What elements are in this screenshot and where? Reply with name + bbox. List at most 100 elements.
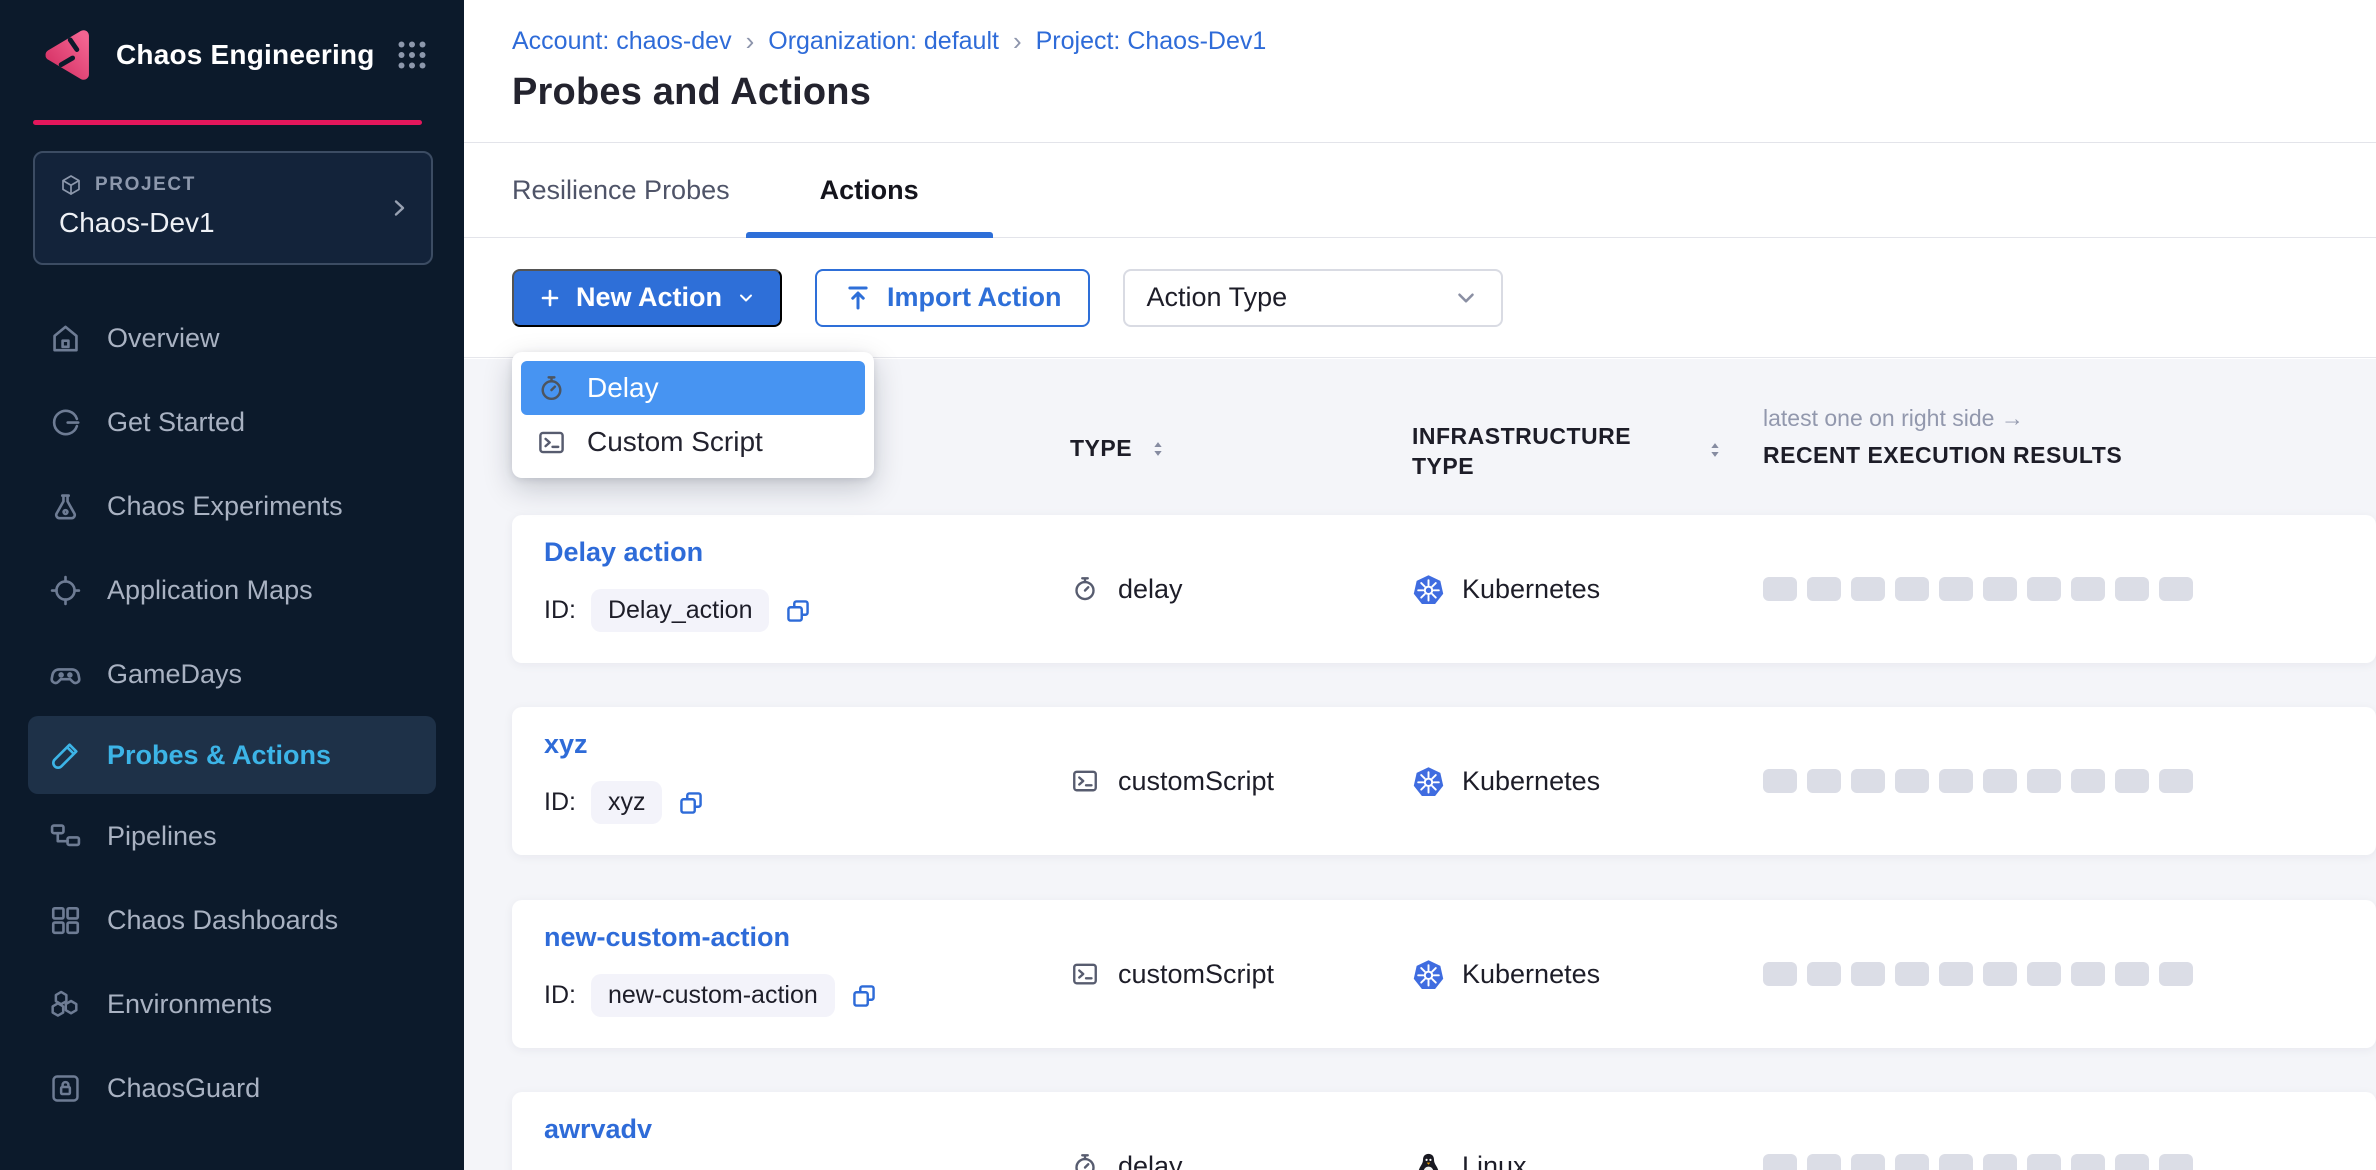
infrastructure-cell: Kubernetes [1412,515,1600,663]
execution-result-placeholder [2159,769,2193,793]
breadcrumb-separator: › [1013,26,1022,57]
kubernetes-icon [1412,573,1445,606]
breadcrumb-organization[interactable]: Organization: default [768,27,999,56]
kubernetes-icon [1412,958,1445,991]
copy-icon[interactable] [677,789,705,817]
flask-icon [48,489,83,524]
page-title: Probes and Actions [512,71,2376,114]
execution-result-placeholder [2115,962,2149,986]
id-prefix: ID: [544,596,576,625]
execution-result-placeholder [2159,577,2193,601]
action-id-row: ID: new-custom-action [544,974,878,1017]
table-row: awrvadv delay Linux [512,1092,2376,1170]
project-name: Chaos-Dev1 [59,207,407,239]
sidebar-item-label: Overview [107,323,220,354]
execution-result-placeholder [1939,1154,1973,1170]
sidebar-header: Chaos Engineering [40,24,430,86]
column-header-type-label: TYPE [1070,435,1132,462]
execution-result-placeholder [1851,577,1885,601]
sidebar-item-label: Chaos Dashboards [107,905,338,936]
stopwatch-icon [1070,1151,1100,1170]
type-label: delay [1118,1151,1183,1170]
menu-item-custom-script[interactable]: Custom Script [521,415,865,469]
new-action-label: New Action [576,282,722,313]
sidebar-item-application-maps[interactable]: Application Maps [0,548,464,632]
copy-icon[interactable] [850,982,878,1010]
infrastructure-cell: Kubernetes [1412,707,1600,855]
execution-result-placeholder [1939,962,1973,986]
stopwatch-icon [1070,574,1100,604]
sidebar-item-overview[interactable]: Overview [0,296,464,380]
action-type-placeholder: Action Type [1147,282,1288,313]
type-label: customScript [1118,766,1274,797]
brand-divider [33,120,422,125]
action-name-link[interactable]: xyz [544,729,588,760]
infrastructure-cell: Linux [1412,1092,1527,1170]
action-id-chip: Delay_action [591,589,770,632]
action-name-link[interactable]: Delay action [544,537,703,568]
menu-item-delay[interactable]: Delay [521,361,865,415]
action-name-link[interactable]: new-custom-action [544,922,790,953]
tab-resilience-probes[interactable]: Resilience Probes [512,144,730,237]
table-row: new-custom-action ID: new-custom-action … [512,900,2376,1048]
sidebar-item-chaos-experiments[interactable]: Chaos Experiments [0,464,464,548]
breadcrumb-account[interactable]: Account: chaos-dev [512,27,732,56]
sort-icon[interactable] [1705,437,1725,463]
execution-result-placeholder [1939,577,1973,601]
execution-result-placeholder [2115,577,2149,601]
pipelines-icon [48,819,83,854]
table-row: Delay action ID: Delay_action delay Kube… [512,515,2376,663]
chevron-down-icon [736,288,756,308]
sidebar-item-gamedays[interactable]: GameDays [0,632,464,716]
sidebar-item-get-started[interactable]: Get Started [0,380,464,464]
recent-results-note: latest one on right side → [1763,405,2122,432]
action-type-select[interactable]: Action Type [1123,269,1503,327]
execution-result-placeholder [1895,769,1929,793]
menu-item-label: Custom Script [587,426,763,458]
action-id-row: ID: Delay_action [544,589,812,632]
copy-icon[interactable] [784,597,812,625]
project-selector[interactable]: PROJECT Chaos-Dev1 [33,151,433,265]
infrastructure-cell: Kubernetes [1412,900,1600,1048]
execution-result-placeholder [1763,1154,1797,1170]
type-cell: delay [1070,1092,1183,1170]
recent-execution-results [1763,900,2193,1048]
execution-result-placeholder [2071,577,2105,601]
sidebar-item-environments[interactable]: Environments [0,962,464,1046]
breadcrumb-project[interactable]: Project: Chaos-Dev1 [1036,27,1267,56]
execution-result-placeholder [1807,769,1841,793]
sort-icon[interactable] [1148,436,1168,462]
infrastructure-label: Kubernetes [1462,574,1600,605]
tab-actions[interactable]: Actions [746,144,993,237]
new-action-button[interactable]: New Action [512,269,782,327]
column-header-infrastructure-type: INFRASTRUCTURE TYPE [1412,421,1692,481]
execution-result-placeholder [2159,962,2193,986]
execution-result-placeholder [1895,577,1929,601]
execution-result-placeholder [1851,769,1885,793]
recent-execution-results [1763,515,2193,663]
execution-result-placeholder [2071,1154,2105,1170]
app-root: Chaos Engineering PROJECT Chaos-Dev1 Ove… [0,0,2376,1170]
sidebar-item-chaosguard[interactable]: ChaosGuard [0,1046,464,1130]
sidebar-item-pipelines[interactable]: Pipelines [0,794,464,878]
execution-result-placeholder [1939,769,1973,793]
execution-result-placeholder [2027,577,2061,601]
new-action-menu: Delay Custom Script [512,352,874,478]
app-title: Chaos Engineering [116,39,375,71]
execution-result-placeholder [1763,769,1797,793]
action-id-chip: xyz [591,781,663,824]
sidebar-item-label: Probes & Actions [107,740,331,771]
execution-result-placeholder [1983,1154,2017,1170]
test-tube-icon [48,738,83,773]
actions-table: TYPE INFRASTRUCTURE TYPE latest one on r… [464,359,2376,1170]
module-grid-icon[interactable] [394,37,430,73]
get-started-icon [48,405,83,440]
chevron-down-icon [1453,285,1479,311]
type-label: delay [1118,574,1183,605]
sidebar-item-probes-actions[interactable]: Probes & Actions [28,716,436,794]
infrastructure-label: Kubernetes [1462,959,1600,990]
execution-result-placeholder [2071,962,2105,986]
sidebar-item-chaos-dashboards[interactable]: Chaos Dashboards [0,878,464,962]
import-action-button[interactable]: Import Action [815,269,1090,327]
action-name-link[interactable]: awrvadv [544,1114,652,1145]
